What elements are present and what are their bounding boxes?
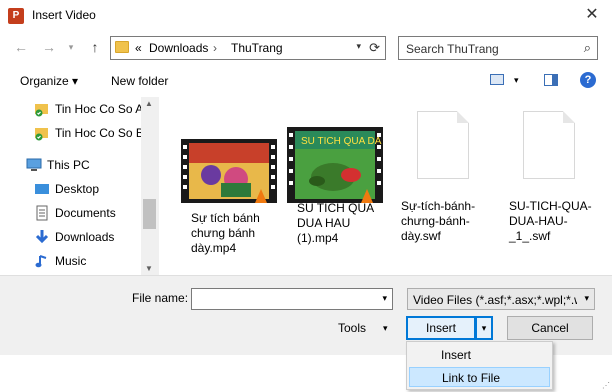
sidebar-item-label: Downloads (55, 230, 115, 244)
view-options-chevron-icon[interactable]: ▾ (514, 75, 519, 86)
desktop-icon (35, 184, 49, 194)
search-icon[interactable]: ⌕ (584, 40, 591, 56)
preview-pane-icon[interactable] (544, 74, 558, 86)
navigation-row: ← → ▾ ↑ « Downloads › ThuTrang ▾ ⟳ Searc… (0, 32, 612, 64)
music-icon (35, 255, 47, 268)
video-thumbnail (181, 139, 277, 203)
breadcrumb-downloads[interactable]: Downloads (149, 41, 208, 55)
command-bar: Organize ▾ New folder ▾ ? (0, 64, 612, 97)
document-icon (523, 111, 575, 179)
computer-icon (26, 158, 42, 171)
title-bar: P Insert Video ✕ (0, 0, 612, 32)
powerpoint-icon: P (8, 8, 24, 24)
sidebar-item-label: This PC (47, 158, 90, 172)
sidebar-item-label: Desktop (55, 182, 100, 196)
documents-icon (36, 205, 48, 221)
menu-item-link-to-file[interactable]: Link to File (409, 367, 550, 387)
up-arrow-icon[interactable]: ↑ (86, 38, 104, 56)
breadcrumb-separator[interactable]: › (213, 41, 217, 55)
sidebar-item-label: Music (55, 254, 87, 268)
folder-sync-icon (35, 104, 48, 117)
search-input[interactable]: Search ThuTrang (406, 42, 499, 56)
file-name-label: File name: (132, 291, 189, 305)
back-arrow-icon[interactable]: ← (12, 38, 30, 56)
forward-arrow-icon[interactable]: → (40, 38, 58, 56)
breadcrumb-overflow[interactable]: « (135, 41, 142, 55)
resize-grip-icon[interactable]: ⋰ (602, 381, 610, 390)
navigation-scrollbar[interactable]: ▲ ▼ (141, 97, 158, 275)
file-type-value: Video Files (*.asf;*.asx;*.wpl;*.w (413, 293, 577, 307)
svg-text:SU TICH QUA DA HAU: SU TICH QUA DA HAU (301, 136, 383, 147)
sidebar-item-label: Tin Hoc Co So B (55, 126, 144, 140)
address-dropdown-icon[interactable]: ▾ (356, 41, 361, 52)
scrollbar-thumb[interactable] (143, 199, 156, 229)
recent-locations-chevron-icon[interactable]: ▾ (62, 38, 80, 56)
file-name: Sự-tích-bánh-chưng-bánh-dày.swf (401, 199, 476, 243)
file-name: SU TICH QUA DUA HAU (1).mp4 (297, 201, 374, 245)
file-name: SU-TICH-QUA-DUA-HAU-_1_.swf (509, 199, 592, 243)
refresh-icon[interactable]: ⟳ (369, 40, 380, 56)
insert-video-dialog: P Insert Video ✕ ← → ▾ ↑ « Downloads › T… (0, 0, 612, 392)
breadcrumb-thutrang[interactable]: ThuTrang (231, 41, 283, 55)
insert-options-menu: Insert Link to File (406, 341, 553, 390)
help-icon[interactable]: ? (580, 72, 596, 88)
folder-icon (115, 41, 129, 53)
cancel-button[interactable]: Cancel (507, 316, 593, 340)
folder-sync-icon (35, 128, 48, 141)
search-box[interactable]: Search ThuTrang ⌕ (398, 36, 598, 60)
insert-options-dropdown-icon[interactable]: ▾ (476, 316, 493, 340)
file-name: Sự tích bánh chưng bánh dày.mp4 (191, 211, 260, 255)
document-icon (417, 111, 469, 179)
tools-button[interactable]: Tools (338, 321, 366, 335)
scroll-down-arrow-icon[interactable]: ▼ (145, 264, 153, 273)
video-thumbnail: SU TICH QUA DA HAU (287, 127, 383, 203)
menu-item-insert[interactable]: Insert (409, 345, 550, 365)
file-type-dropdown-icon[interactable]: ▾ (584, 293, 589, 304)
insert-button[interactable]: Insert (406, 316, 476, 340)
file-name-input[interactable]: ▾ (191, 288, 393, 310)
address-bar[interactable]: « Downloads › ThuTrang ▾ ⟳ (110, 36, 386, 60)
sidebar-item-label: Tin Hoc Co So A (55, 102, 144, 116)
window-title: Insert Video (32, 8, 96, 22)
sidebar-item-label: Documents (55, 206, 116, 220)
tools-dropdown-icon[interactable]: ▾ (383, 323, 388, 334)
file-name-dropdown-icon[interactable]: ▾ (382, 293, 387, 304)
organize-button[interactable]: Organize ▾ (20, 74, 78, 88)
new-folder-button[interactable]: New folder (111, 74, 168, 88)
navigation-pane: Tin Hoc Co So A Tin Hoc Co So B This PC … (0, 97, 158, 275)
close-button[interactable]: ✕ (578, 2, 606, 28)
file-type-select[interactable]: Video Files (*.asf;*.asx;*.wpl;*.w ▾ (407, 288, 595, 310)
menu-item-label: Link to File (442, 371, 501, 385)
downloads-icon (35, 230, 49, 244)
scroll-up-arrow-icon[interactable]: ▲ (145, 99, 153, 108)
change-view-icon[interactable] (490, 74, 504, 85)
menu-item-label: Insert (441, 348, 472, 362)
file-list: Sự tích bánh chưng bánh dày.mp4 SU TICH … (158, 97, 612, 275)
